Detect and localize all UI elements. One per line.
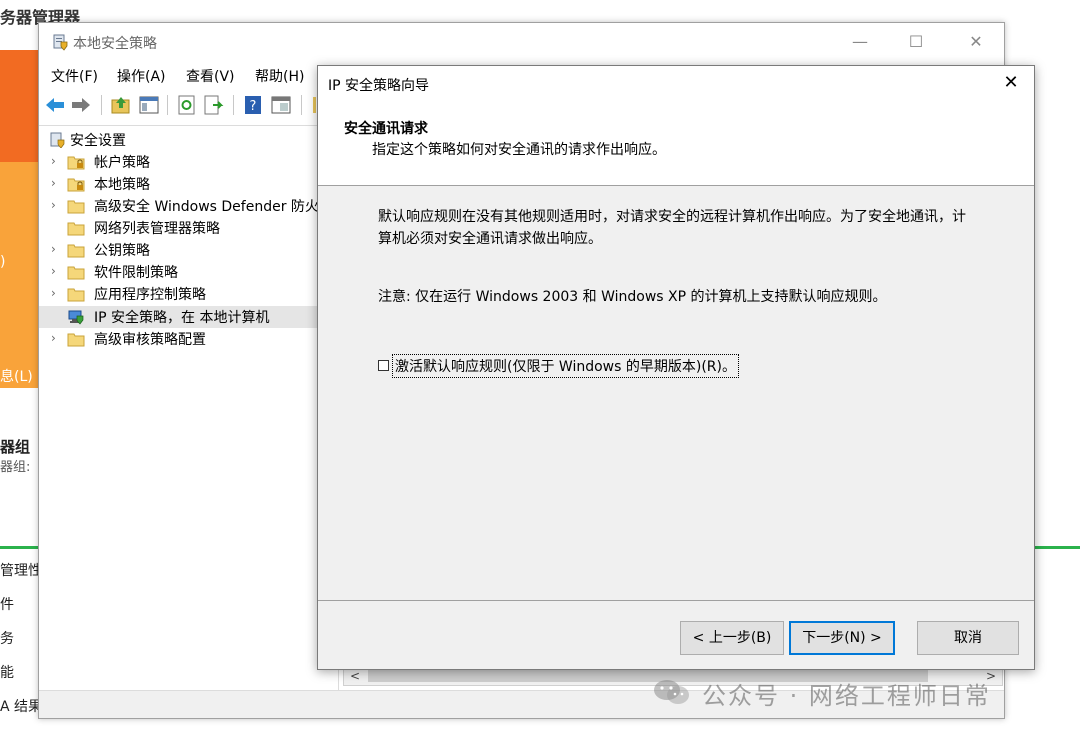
tree-item-firewall[interactable]: › 高级安全 Windows Defender 防火墙 [39,195,338,217]
tree-item-advanced-audit[interactable]: › 高级审核策略配置 [39,328,338,350]
export-list-icon[interactable] [201,93,225,117]
window-title: 本地安全策略 [73,36,157,52]
window-titlebar[interactable]: 本地安全策略 — ☐ ✕ [39,23,1004,61]
refresh-icon[interactable] [175,93,199,117]
folder-icon [67,333,85,347]
bg-fragment: 器组 [0,438,31,456]
tree-label: IP 安全策略，在 本地计算机 [94,310,270,326]
policy-app-icon [53,34,68,51]
cancel-button[interactable]: 取消 [917,621,1019,655]
security-settings-icon [50,132,65,148]
folder-icon [67,288,85,302]
tree-item-software-restriction[interactable]: › 软件限制策略 [39,261,338,283]
next-button[interactable]: 下一步(N) > [789,621,895,655]
tree-label: 软件限制策略 [94,265,178,281]
back-button[interactable]: < 上一步(B) [680,621,784,655]
maximize-icon[interactable]: ☐ [905,31,927,53]
up-folder-icon[interactable] [109,93,133,117]
chevron-right-icon[interactable]: › [51,331,61,345]
dialog-title: IP 安全策略向导 [328,78,430,94]
bg-fragment: 管理性 [0,563,42,579]
dialog-titlebar[interactable]: IP 安全策略向导 ✕ [318,66,1034,102]
tree-item-ip-security[interactable]: IP 安全策略，在 本地计算机 [39,306,338,328]
orange-tile-light[interactable] [0,162,38,388]
chevron-right-icon[interactable]: › [51,242,61,256]
close-icon[interactable]: ✕ [965,31,987,53]
close-icon[interactable]: ✕ [1000,72,1022,94]
bg-fragment: 息(L) [0,369,33,385]
tree-label: 本地策略 [94,177,150,193]
minimize-icon[interactable]: — [849,31,871,53]
ip-security-wizard-dialog: IP 安全策略向导 ✕ 安全通讯请求 指定这个策略如何对安全通讯的请求作出响应。… [317,65,1035,670]
menu-action[interactable]: 操作(A) [117,66,166,86]
tree-label: 网络列表管理器策略 [94,221,220,237]
wizard-subheading: 指定这个策略如何对安全通讯的请求作出响应。 [372,142,666,158]
tree-label: 高级审核策略配置 [94,332,206,348]
bg-fragment: 件 [0,597,14,613]
tree-item-local-policy[interactable]: › 本地策略 [39,173,338,195]
wizard-description: 默认响应规则在没有其他规则适用时，对请求安全的远程计算机作出响应。为了安全地通讯… [378,209,966,247]
folder-icon [67,200,85,214]
policy-tree: 安全设置 › 帐户策略 › 本地策略 › 高级安全 Windows Defend… [39,126,339,691]
wizard-note: 注意: 仅在运行 Windows 2003 和 Windows XP 的计算机上… [378,289,887,305]
toolbar-separator [167,95,168,115]
tree-item-account-policy[interactable]: › 帐户策略 [39,151,338,173]
folder-icon [67,266,85,280]
tree-label: 应用程序控制策略 [94,287,206,303]
show-hide-tree-icon[interactable] [137,93,161,117]
tree-item-app-control[interactable]: › 应用程序控制策略 [39,283,338,305]
orange-tile[interactable] [0,50,38,162]
toolbar-separator [101,95,102,115]
properties-icon[interactable] [269,93,293,117]
default-response-checkbox-label[interactable]: 激活默认响应规则(仅限于 Windows 的早期版本)(R)。 [392,354,739,378]
tree-label: 公钥策略 [94,243,150,259]
wechat-icon [654,680,689,704]
help-icon[interactable]: ? [241,93,265,117]
footer-divider [318,600,1034,601]
tree-item-security-settings[interactable]: 安全设置 [39,129,338,151]
bg-fragment: 能 [0,665,14,681]
folder-lock-icon [67,156,85,170]
default-response-checkbox[interactable] [378,360,389,371]
svg-text:?: ? [250,99,257,114]
tree-label: 安全设置 [70,133,126,149]
tree-item-network-list[interactable]: 网络列表管理器策略 [39,217,338,239]
toolbar-separator [233,95,234,115]
menu-help[interactable]: 帮助(H) [255,66,304,86]
chevron-right-icon[interactable]: › [51,198,61,212]
tree-item-public-key[interactable]: › 公钥策略 [39,239,338,261]
forward-arrow-icon[interactable] [69,93,93,117]
folder-icon [67,222,85,236]
bg-fragment: A 结果 [0,699,38,715]
back-arrow-icon[interactable] [43,93,67,117]
ip-security-icon [68,310,84,325]
chevron-right-icon[interactable]: › [51,154,61,168]
watermark-text: 公众号 · 网络工程师日常 [702,682,991,710]
menu-file[interactable]: 文件(F) [51,66,98,86]
chevron-right-icon[interactable]: › [51,176,61,190]
tree-label: 高级安全 Windows Defender 防火墙 [94,199,333,215]
folder-lock-icon [67,178,85,192]
tree-label: 帐户策略 [94,155,150,171]
folder-icon [67,244,85,258]
toolbar-separator [301,95,302,115]
wizard-header: 安全通讯请求 指定这个策略如何对安全通讯的请求作出响应。 [318,102,1034,186]
bg-fragment: 务 [0,631,14,647]
chevron-right-icon[interactable]: › [51,286,61,300]
chevron-right-icon[interactable]: › [51,264,61,278]
bg-fragment: ) [0,254,6,270]
menu-view[interactable]: 查看(V) [186,66,235,86]
wizard-heading: 安全通讯请求 [344,121,428,137]
bg-fragment: 器组: [0,460,31,475]
